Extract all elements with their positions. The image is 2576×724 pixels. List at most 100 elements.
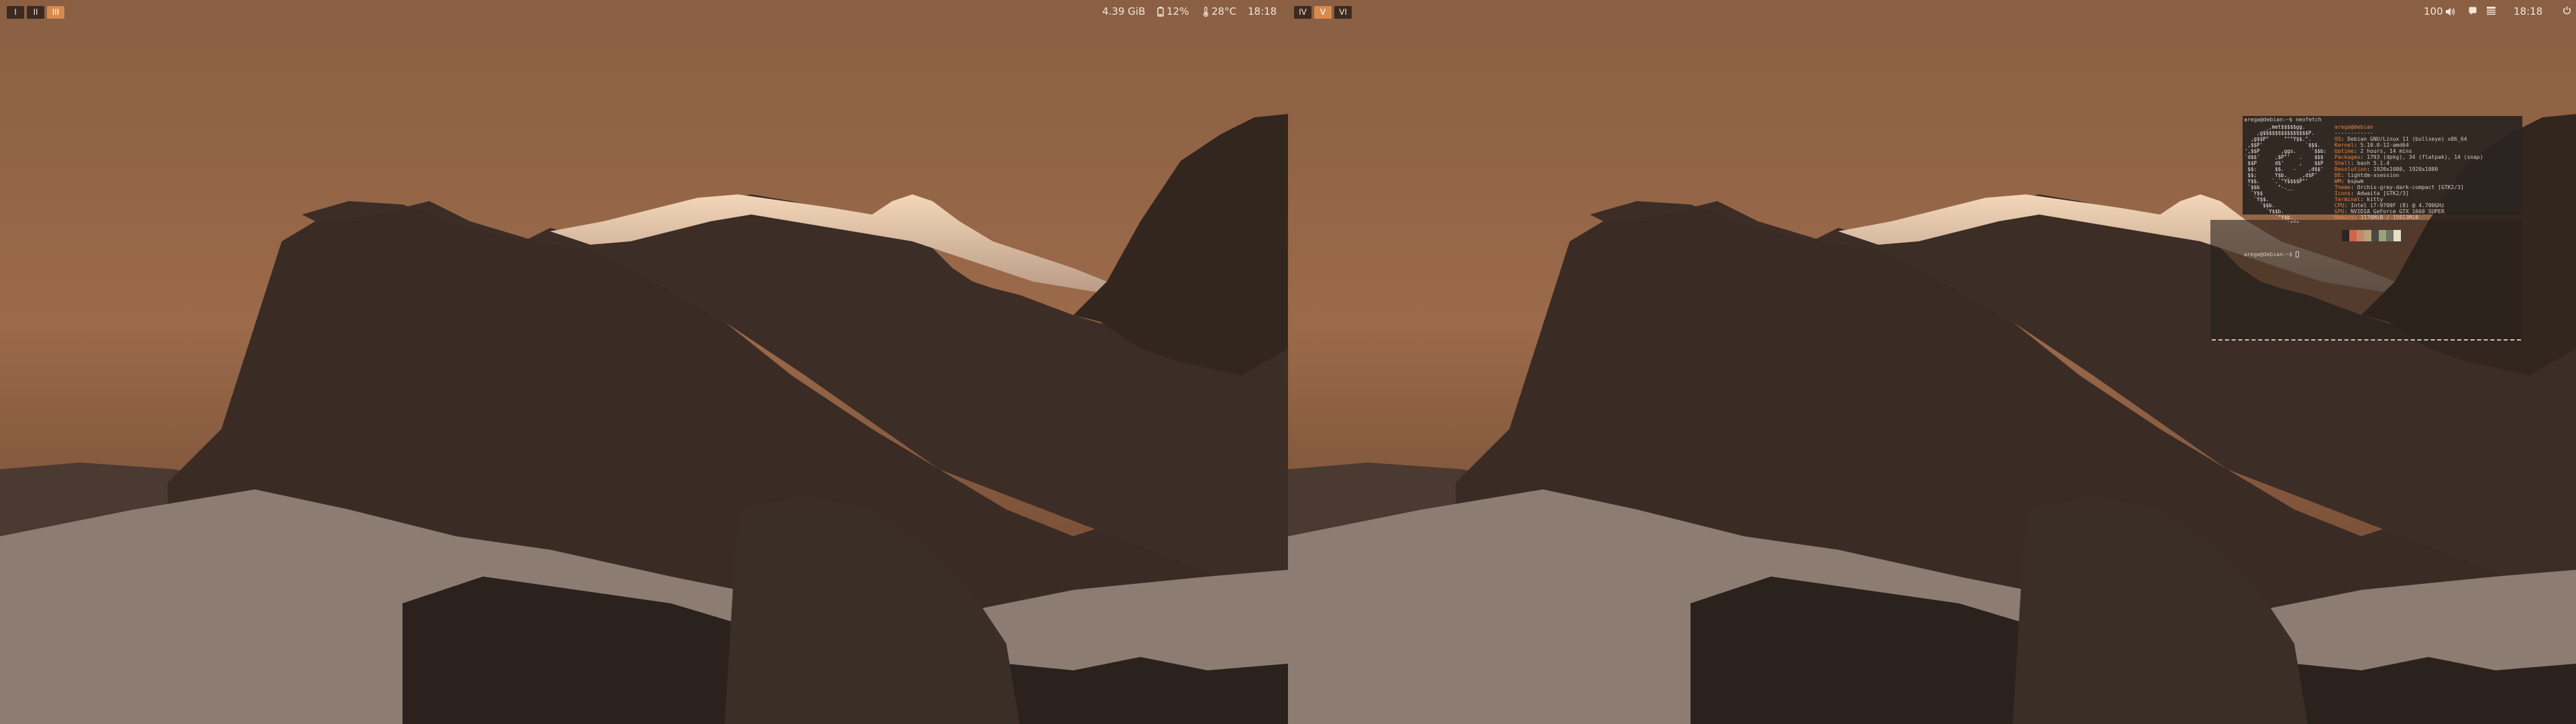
speaker-icon	[2445, 7, 2455, 15]
ascii-art-line: `$$b.	[2245, 202, 2275, 208]
info-row: OS: Debian GNU/Linux 11 (bullseye) x86_6…	[2334, 136, 2467, 142]
info-value: 5.10.0-12-amd64	[2360, 142, 2409, 148]
volume-value: 100	[2424, 5, 2443, 17]
power-icon[interactable]	[2563, 6, 2571, 15]
ascii-art-line: _,met$$$$$gg.	[2245, 124, 2306, 130]
color-swatch	[2349, 230, 2357, 241]
prompt-text: arega@debian:~$	[2244, 251, 2296, 257]
info-key: CPU	[2334, 202, 2345, 208]
info-key: Icons	[2334, 190, 2351, 196]
ascii-art-line: `Y$$	[2245, 190, 2263, 196]
ascii-art-line: `"Y$b._	[2245, 215, 2296, 221]
info-key: Kernel	[2334, 142, 2354, 148]
battery-percent: 12%	[1167, 5, 1189, 17]
ascii-art-line: $$P d$' , $$P	[2245, 160, 2324, 166]
info-value: Orchis-grey-dark-compact [GTK2/3]	[2357, 184, 2464, 190]
info-row: CPU: Intel i7-9700F (8) @ 4.700GHz	[2334, 202, 2445, 208]
left-monitor: I II III 4.39 GiB 12% 28°C 18:18	[0, 0, 1288, 724]
info-row: Packages: 1793 (dpkg), 34 (flatpak), 14 …	[2334, 154, 2483, 160]
workspace-button-6[interactable]: VI	[1334, 6, 1352, 19]
info-key: WM	[2334, 178, 2341, 184]
mountain-wallpaper	[1288, 0, 2576, 724]
color-swatch	[2357, 230, 2364, 241]
info-key: Resolution	[2334, 166, 2367, 172]
info-value: bash 5.1.4	[2357, 160, 2390, 166]
text-cursor	[2296, 251, 2300, 257]
ascii-art-line: $$: $$. - ,d$$'	[2245, 166, 2324, 172]
info-key: Theme	[2334, 184, 2351, 190]
workspace-button-4[interactable]: IV	[1294, 6, 1311, 19]
notification-icon[interactable]	[2469, 7, 2477, 15]
info-value: Intel i7-9700F (8) @ 4.700GHz	[2351, 202, 2445, 208]
info-value: 3176MiB / 15913MiB	[2360, 215, 2419, 221]
color-swatch	[2394, 230, 2401, 241]
mountain-wallpaper	[0, 0, 1288, 724]
battery-indicator: 12%	[1157, 5, 1189, 17]
info-value: 1920x1080, 1920x1080	[2373, 166, 2438, 172]
debian-ascii-logo: _,met$$$$$gg. ,g$$$$$$$$$$$$$$$P. ,g$$P"…	[2245, 124, 2326, 227]
info-row: GPU: NVIDIA GeForce GTX 1660 SUPER	[2334, 208, 2445, 215]
color-swatch	[2371, 230, 2379, 241]
info-key: GPU	[2334, 208, 2345, 215]
info-row: Terminal: kitty	[2334, 196, 2383, 202]
memory-usage: 4.39 GiB	[1102, 5, 1146, 17]
app-menu-icon[interactable]	[2487, 7, 2496, 15]
battery-icon	[1157, 6, 1164, 17]
info-key: Uptime	[2334, 148, 2354, 154]
info-key: Shell	[2334, 160, 2351, 166]
color-palette	[2342, 230, 2401, 241]
info-row: Theme: Orchis-grey-dark-compact [GTK2/3]	[2334, 184, 2464, 190]
right-monitor: IV V VI 100 18:18 arega@debian:~$ neofet…	[1288, 0, 2576, 724]
info-row: Kernel: 5.10.0-12-amd64	[2334, 142, 2409, 148]
ascii-art-line: ,$$P' `$$$.	[2245, 142, 2320, 148]
workspace-button-2[interactable]: II	[27, 6, 44, 19]
info-row: WM: bspwm	[2334, 178, 2364, 184]
info-value: Debian GNU/Linux 11 (bullseye) x86_64	[2347, 136, 2467, 142]
info-row: Resolution: 1920x1080, 1920x1080	[2334, 166, 2438, 172]
clock: 18:18	[1248, 5, 1277, 17]
info-key: DE	[2334, 172, 2341, 178]
ascii-art-line: ',$$P ,ggs. `$$b:	[2245, 148, 2326, 154]
ascii-art-line: `"""	[2245, 221, 2300, 227]
ascii-art-line: ,g$$P" """Y$$.".	[2245, 136, 2312, 142]
temperature-indicator: 28°C	[1203, 5, 1236, 17]
ascii-art-line: Y$$. `.`"Y$$$$P"'	[2245, 178, 2308, 184]
info-key: Packages	[2334, 154, 2361, 160]
workspace-button-1[interactable]: I	[7, 6, 24, 19]
info-value: Adwaita [GTK2/3]	[2357, 190, 2409, 196]
info-value: bspwm	[2347, 178, 2364, 184]
color-swatch	[2386, 230, 2394, 241]
system-info: arega@debian ------------ OS: Debian GNU/L…	[2334, 124, 2483, 221]
top-bar-right: IV V VI 100 18:18	[1288, 0, 2576, 24]
clock: 18:18	[2514, 5, 2543, 17]
ascii-art-line: `$$b "-.__	[2245, 184, 2294, 190]
color-swatch	[2342, 230, 2349, 241]
info-row: Memory: 3176MiB / 15913MiB	[2334, 215, 2419, 221]
info-value: lightdm-xsession	[2347, 172, 2400, 178]
info-key: Terminal	[2334, 196, 2361, 202]
thermometer-icon	[1203, 6, 1209, 17]
prompt-line: arega@debian:~$ neofetch	[2244, 117, 2322, 123]
info-row: Uptime: 2 hours, 14 mins	[2334, 148, 2412, 154]
volume-indicator[interactable]: 100	[2424, 5, 2455, 17]
workspace-switcher: IV V VI	[1294, 6, 1352, 19]
info-row: Shell: bash 5.1.4	[2334, 160, 2390, 166]
info-value: 1793 (dpkg), 34 (flatpak), 14 (snap)	[2367, 154, 2483, 160]
workspace-button-5[interactable]: V	[1314, 6, 1332, 19]
info-row: DE: lightdm-xsession	[2334, 172, 2400, 178]
ascii-art-line: `Y$$.	[2245, 196, 2269, 202]
top-bar-left: I II III 4.39 GiB 12% 28°C 18:18	[0, 0, 1288, 24]
temperature-value: 28°C	[1212, 5, 1237, 17]
info-key: OS	[2334, 136, 2341, 142]
info-key: Memory	[2334, 215, 2354, 221]
info-value: NVIDIA GeForce GTX 1660 SUPER	[2351, 208, 2445, 215]
workspace-switcher: I II III	[7, 6, 64, 19]
dashed-divider	[2212, 339, 2521, 341]
workspace-button-3[interactable]: III	[47, 6, 64, 19]
info-row: Icons: Adwaita [GTK2/3]	[2334, 190, 2409, 196]
terminal-window[interactable]: arega@debian:~$ neofetch _,met$$$$$gg. ,…	[2243, 116, 2522, 257]
color-swatch	[2379, 230, 2386, 241]
color-swatch	[2364, 230, 2371, 241]
ascii-art-line: $$; Y$b._ _,d$P'	[2245, 172, 2318, 178]
prompt-line-2[interactable]: arega@debian:~$	[2244, 251, 2300, 257]
